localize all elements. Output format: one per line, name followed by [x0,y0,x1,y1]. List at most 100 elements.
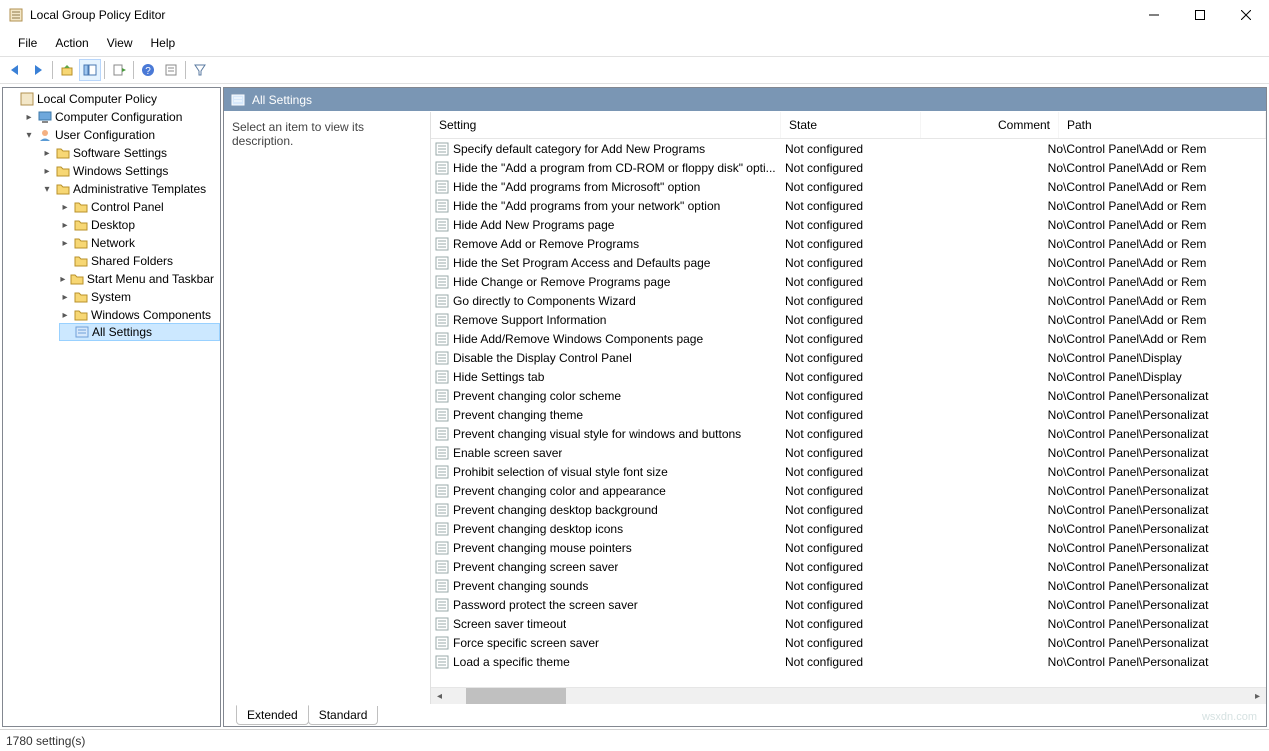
menu-view[interactable]: View [99,34,141,52]
scroll-left-icon[interactable]: ◂ [431,691,448,702]
tree-system[interactable]: ▸System [59,288,220,306]
column-comment[interactable]: Comment [921,112,1059,138]
expander-icon[interactable]: ▸ [59,292,71,303]
table-row[interactable]: Hide the "Add a program from CD-ROM or f… [431,158,1266,177]
horizontal-scrollbar[interactable]: ◂ ▸ [431,687,1266,704]
status-bar: 1780 setting(s) [0,729,1269,751]
setting-icon [435,636,449,650]
tab-standard[interactable]: Standard [308,706,379,725]
tab-extended[interactable]: Extended [236,705,309,725]
cell-setting: Prevent changing sounds [435,579,785,593]
expander-icon[interactable]: ▸ [41,148,53,159]
menu-bar: File Action View Help [0,30,1269,56]
table-row[interactable]: Prevent changing mouse pointersNot confi… [431,538,1266,557]
expander-icon[interactable]: ▸ [59,310,71,321]
menu-help[interactable]: Help [143,34,184,52]
expander-icon[interactable]: ▾ [41,184,53,195]
column-state[interactable]: State [781,112,921,138]
properties-button[interactable] [160,59,182,81]
tree-software-settings[interactable]: ▸Software Settings [41,144,220,162]
table-row[interactable]: Hide Add New Programs pageNot configured… [431,215,1266,234]
expander-icon[interactable]: ▸ [59,220,71,231]
cell-path: \Control Panel\Add or Rem [1063,332,1266,346]
cell-comment: No [925,541,1063,555]
tree-all-settings[interactable]: ▸All Settings [59,323,220,341]
filter-button[interactable] [189,59,211,81]
help-button[interactable]: ? [137,59,159,81]
tree-desktop[interactable]: ▸Desktop [59,216,220,234]
column-path[interactable]: Path [1059,112,1266,138]
details-header-title: All Settings [252,93,312,107]
table-row[interactable]: Prevent changing color and appearanceNot… [431,481,1266,500]
show-tree-button[interactable] [79,59,101,81]
tree-windows-components[interactable]: ▸Windows Components [59,306,220,324]
table-row[interactable]: Remove Add or Remove ProgramsNot configu… [431,234,1266,253]
table-row[interactable]: Force specific screen saverNot configure… [431,633,1266,652]
cell-setting: Prevent changing desktop icons [435,522,785,536]
expander-icon[interactable]: ▸ [41,166,53,177]
tree-network[interactable]: ▸Network [59,234,220,252]
column-setting[interactable]: Setting [431,112,781,138]
table-row[interactable]: Password protect the screen saverNot con… [431,595,1266,614]
table-row[interactable]: Prevent changing color schemeNot configu… [431,386,1266,405]
table-row[interactable]: Prevent changing soundsNot configuredNo\… [431,576,1266,595]
tree-computer-configuration[interactable]: ▸ Computer Configuration [23,108,220,126]
table-row[interactable]: Go directly to Components WizardNot conf… [431,291,1266,310]
table-row[interactable]: Screen saver timeoutNot configuredNo\Con… [431,614,1266,633]
maximize-button[interactable] [1177,0,1223,29]
tree-shared-folders[interactable]: ▸Shared Folders [59,252,220,270]
scroll-right-icon[interactable]: ▸ [1249,691,1266,702]
table-row[interactable]: Prevent changing themeNot configuredNo\C… [431,405,1266,424]
scrollbar-thumb[interactable] [466,688,566,705]
table-row[interactable]: Hide Settings tabNot configuredNo\Contro… [431,367,1266,386]
menu-action[interactable]: Action [47,34,96,52]
tree-pane[interactable]: ▸ Local Computer Policy ▸ Computer Confi… [2,87,221,727]
table-row[interactable]: Hide Add/Remove Windows Components pageN… [431,329,1266,348]
table-row[interactable]: Prohibit selection of visual style font … [431,462,1266,481]
table-row[interactable]: Hide the Set Program Access and Defaults… [431,253,1266,272]
table-row[interactable]: Disable the Display Control PanelNot con… [431,348,1266,367]
up-folder-button[interactable] [56,59,78,81]
tree-user-configuration[interactable]: ▾ User Configuration [23,126,220,144]
rows-container[interactable]: Specify default category for Add New Pro… [431,139,1266,687]
tree-admin-templates[interactable]: ▾ Administrative Templates [41,180,220,198]
table-row[interactable]: Hide Change or Remove Programs pageNot c… [431,272,1266,291]
expander-icon[interactable]: ▾ [23,130,35,141]
table-row[interactable]: Prevent changing visual style for window… [431,424,1266,443]
menu-file[interactable]: File [10,34,45,52]
table-row[interactable]: Hide the "Add programs from Microsoft" o… [431,177,1266,196]
setting-text: Remove Support Information [453,313,606,327]
setting-icon [435,655,449,669]
cell-path: \Control Panel\Personalizat [1063,484,1266,498]
expander-icon[interactable]: ▸ [59,202,71,213]
tree-control-panel[interactable]: ▸Control Panel [59,198,220,216]
table-row[interactable]: Specify default category for Add New Pro… [431,139,1266,158]
forward-button[interactable] [27,59,49,81]
table-row[interactable]: Prevent changing desktop iconsNot config… [431,519,1266,538]
tree-label: Administrative Templates [73,182,206,196]
tree-label: Windows Settings [73,164,168,178]
table-row[interactable]: Remove Support InformationNot configured… [431,310,1266,329]
cell-setting: Hide the "Add programs from your network… [435,199,785,213]
close-button[interactable] [1223,0,1269,29]
table-row[interactable]: Enable screen saverNot configuredNo\Cont… [431,443,1266,462]
tree-root[interactable]: ▸ Local Computer Policy [5,90,220,108]
expander-icon[interactable]: ▸ [59,238,71,249]
expander-icon[interactable]: ▸ [23,112,35,123]
cell-setting: Hide the "Add programs from Microsoft" o… [435,180,785,194]
table-row[interactable]: Prevent changing screen saverNot configu… [431,557,1266,576]
table-row[interactable]: Hide the "Add programs from your network… [431,196,1266,215]
table-row[interactable]: Prevent changing desktop backgroundNot c… [431,500,1266,519]
back-button[interactable] [4,59,26,81]
cell-comment: No [925,370,1063,384]
minimize-button[interactable] [1131,0,1177,29]
export-button[interactable] [108,59,130,81]
cell-path: \Control Panel\Personalizat [1063,541,1266,555]
cell-path: \Control Panel\Add or Rem [1063,237,1266,251]
tree-windows-settings[interactable]: ▸ Windows Settings [41,162,220,180]
tree-start-menu[interactable]: ▸Start Menu and Taskbar [59,270,220,288]
expander-icon[interactable]: ▸ [59,274,67,285]
folder-icon [55,163,71,179]
table-row[interactable]: Load a specific themeNot configuredNo\Co… [431,652,1266,671]
cell-state: Not configured [785,408,925,422]
